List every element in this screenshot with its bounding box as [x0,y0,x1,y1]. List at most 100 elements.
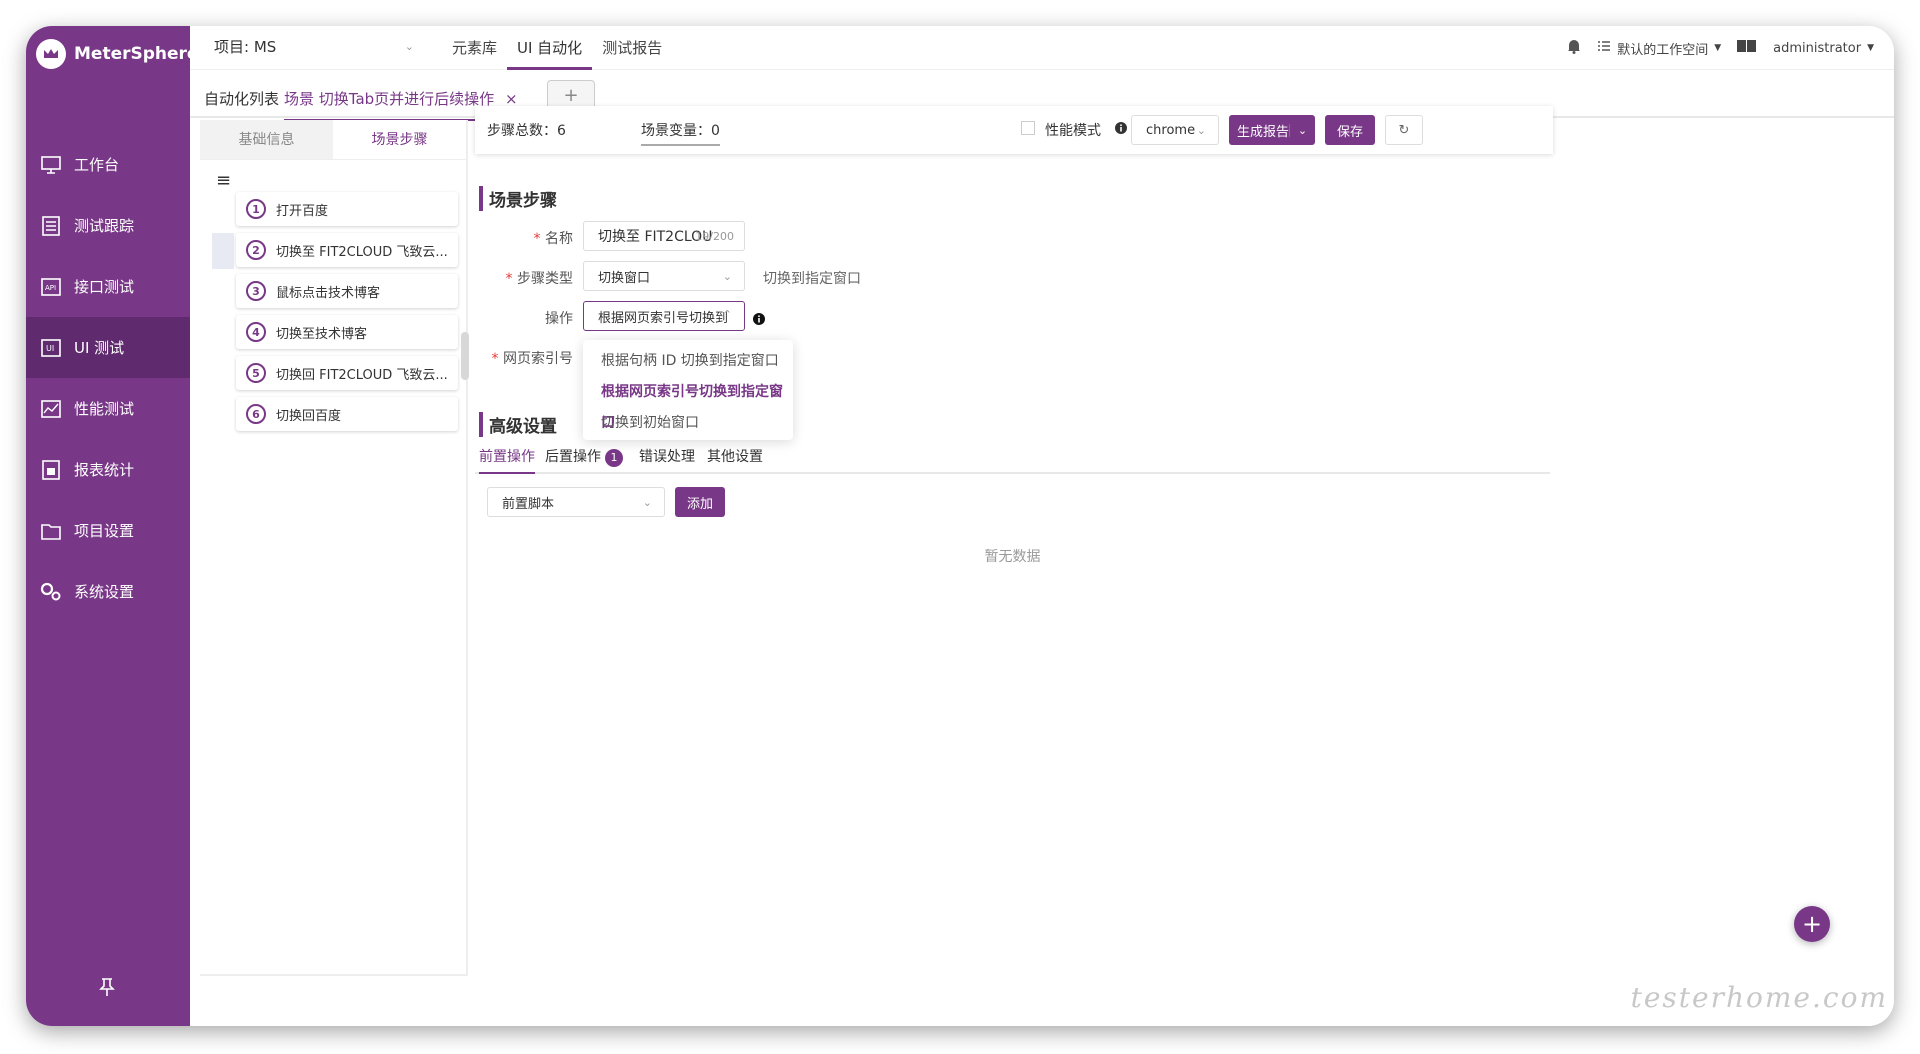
step-label: 切换回百度 [276,408,342,424]
sidebar-item-test-track[interactable]: 测试跟踪 [26,195,190,256]
step-item[interactable]: 5 切换回 FIT2CLOUD 飞致云... [236,356,458,390]
performance-mode-label: 性能模式 [1045,123,1101,139]
info-icon [1115,122,1127,138]
tab-pre-operations[interactable]: 前置操作 [479,446,535,474]
top-nav-ui-automation[interactable]: UI 自动化 [507,26,593,70]
selected-step-indicator [212,233,234,269]
sidebar-item-label: 工作台 [74,156,120,174]
workspace-switcher[interactable]: 默认的工作空间 ▼ [1597,39,1721,58]
language-icon[interactable] [1737,40,1757,56]
gear-icon [40,581,62,603]
step-detail: 步骤总数：6 场景变量：0 性能模式 chrome ⌄ 生成报告 ⌄ 保存 ↻ … [475,106,1894,1026]
caret-down-icon: ▼ [1867,43,1874,53]
step-number: 2 [246,240,266,260]
pre-script-select[interactable]: 前置脚本 ⌄ [487,487,665,517]
top-right-tools: 默认的工作空间 ▼ administrator ▼ [1567,26,1874,70]
option-switch-by-handle[interactable]: 根据句柄 ID 切换到指定窗口 [583,346,793,377]
sidebar-item-workbench[interactable]: 工作台 [26,134,190,195]
app-name: MeterSphere [74,44,199,64]
tab-automation-list[interactable]: 自动化列表 [204,88,279,109]
tab-scenario-steps[interactable]: 场景步骤 [333,120,466,159]
add-step-fab[interactable]: + [1794,906,1830,942]
sidebar-item-label: UI 测试 [74,339,125,357]
api-icon: API [40,276,62,298]
sidebar-item-performance[interactable]: 性能测试 [26,378,190,439]
performance-mode-checkbox[interactable] [1021,121,1035,135]
name-label: * 名称 [533,231,573,247]
option-switch-to-initial[interactable]: 切换到初始窗口 [583,408,793,439]
top-nav-elements[interactable]: 元素库 [442,26,507,70]
sidebar-item-label: 测试跟踪 [74,217,135,235]
ui-icon: UI [40,337,62,359]
list-icon [1597,40,1611,56]
sidebar-item-report[interactable]: 报表统计 [26,439,190,500]
step-label: 鼠标点击技术博客 [276,285,381,301]
sidebar-item-api-test[interactable]: API 接口测试 [26,256,190,317]
panel-collapse-handle[interactable] [461,332,469,380]
monitor-icon [40,154,62,176]
info-icon [753,310,765,329]
user-menu[interactable]: administrator ▼ [1773,41,1874,56]
step-label: 打开百度 [276,203,329,219]
advanced-settings-title: 高级设置 [479,412,557,437]
operation-label: 操作 [545,311,573,327]
scenario-left-panel: 基础信息 场景步骤 ≡ 1 打开百度 2 切换至 FIT2CLOUD 飞致云... … [200,120,468,976]
step-label: 切换至 FIT2CLOUD 飞致云... [276,244,448,260]
scenario-steps-title: 场景步骤 [479,186,557,211]
chevron-down-icon[interactable]: ⌄ [1289,123,1315,137]
operation-dropdown: 根据句柄 ID 切换到指定窗口 根据网页索引号切换到指定窗口 切换到初始窗口 [583,340,793,440]
step-item[interactable]: 3 鼠标点击技术博客 [236,274,458,308]
tab-error-handling[interactable]: 错误处理 [639,446,695,466]
scenario-variables-link[interactable]: 场景变量：0 [641,120,720,146]
generate-report-button[interactable]: 生成报告 ⌄ [1229,115,1315,145]
add-button[interactable]: 添加 [675,487,725,517]
chevron-down-icon: ⌄ [722,269,732,283]
browser-select[interactable]: chrome ⌄ [1131,115,1219,145]
workspace-name: 默认的工作空间 [1617,42,1709,58]
bell-icon[interactable] [1567,38,1581,58]
svg-text:UI: UI [46,344,54,353]
empty-state: 暂无数据 [984,549,1041,565]
tab-post-operations[interactable]: 后置操作 1 [545,446,623,467]
step-total: 步骤总数：6 [487,123,566,139]
option-switch-by-index[interactable]: 根据网页索引号切换到指定窗口 [583,377,793,431]
step-item[interactable]: 1 打开百度 [236,192,458,226]
chevron-down-icon: ⌄ [642,495,652,509]
sidebar-item-label: 性能测试 [74,400,135,418]
name-field[interactable]: 切换至 FIT2CLOU 19/200 [583,221,745,251]
tab-other-settings[interactable]: 其他设置 [707,446,763,466]
sidebar-item-ui-test[interactable]: UI UI 测试 [26,317,190,378]
tab-label: 后置操作 [545,449,601,465]
pre-script-value: 前置脚本 [502,496,555,512]
sidebar-item-project-settings[interactable]: 项目设置 [26,500,190,561]
top-nav-test-report[interactable]: 测试报告 [592,26,672,70]
left-tabs: 基础信息 场景步骤 [200,120,466,160]
step-item[interactable]: 6 切换回百度 [236,397,458,431]
watermark: testerhome.com [1630,981,1888,1014]
project-select[interactable]: 项目: MS ⌄ [214,36,414,57]
performance-icon [40,398,62,420]
scenario-header-bar: 步骤总数：6 场景变量：0 性能模式 chrome ⌄ 生成报告 ⌄ 保存 ↻ [475,106,1553,154]
pin-icon[interactable] [96,976,118,998]
step-type-select[interactable]: 切换窗口 ⌄ [583,261,745,291]
save-button[interactable]: 保存 [1325,115,1375,145]
browser-value: chrome [1146,122,1196,138]
tab-basic-info[interactable]: 基础信息 [200,120,333,159]
step-type-label: * 步骤类型 [505,271,573,287]
chevron-down-icon: ⌄ [404,40,414,53]
menu-icon[interactable]: ≡ [216,170,231,191]
top-nav: 元素库 UI 自动化 测试报告 [442,26,672,70]
tab-label: 场景 切换Tab页并进行后续操作 [284,90,495,108]
step-item[interactable]: 2 切换至 FIT2CLOUD 飞致云... [236,233,458,267]
step-item[interactable]: 4 切换至技术博客 [236,315,458,349]
sidebar-nav: 工作台 测试跟踪 API 接口测试 UI UI 测试 性能测试 报表统计 项目设… [26,134,190,622]
step-type-value: 切换窗口 [598,270,651,286]
sidebar-item-system-settings[interactable]: 系统设置 [26,561,190,622]
operation-select[interactable]: 根据网页索引号切换到 ⌃ [583,301,745,331]
logo: MeterSphere [36,34,198,74]
step-label: 切换回 FIT2CLOUD 飞致云... [276,367,448,383]
chevron-down-icon: ⌄ [1196,123,1206,137]
step-number: 6 [246,404,266,424]
refresh-icon[interactable]: ↻ [1385,115,1423,145]
sidebar-item-label: 接口测试 [74,278,135,296]
